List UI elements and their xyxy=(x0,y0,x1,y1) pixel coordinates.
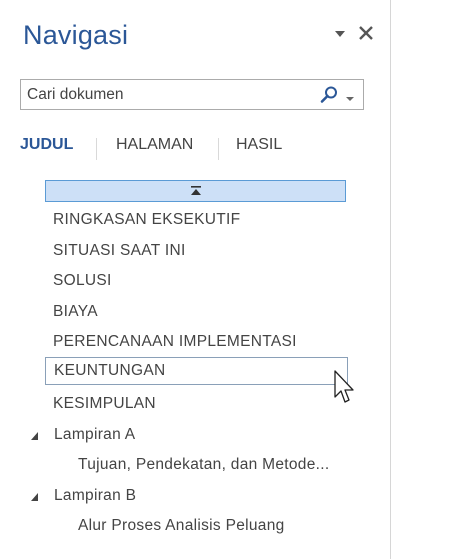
chevron-down-icon xyxy=(346,97,354,101)
heading-alur-proses-analisis-peluang[interactable]: Alur Proses Analisis Peluang xyxy=(78,517,285,535)
heading-tujuan-pendekatan-metode[interactable]: Tujuan, Pendekatan, dan Metode... xyxy=(78,456,329,474)
heading-lampiran-b[interactable]: Lampiran B xyxy=(54,487,136,505)
search-options-dropdown[interactable] xyxy=(345,90,355,101)
pane-options-dropdown[interactable] xyxy=(333,28,347,40)
collapse-all-button[interactable] xyxy=(45,180,346,202)
tab-halaman[interactable]: HALAMAN xyxy=(116,136,193,154)
pane-title: Navigasi xyxy=(23,20,129,50)
expand-toggle-lampiran-a[interactable] xyxy=(30,428,40,440)
search-button[interactable] xyxy=(318,85,340,105)
magnifier-icon xyxy=(320,86,337,103)
heading-kesimpulan[interactable]: KESIMPULAN xyxy=(53,395,156,413)
triangle-down-icon xyxy=(335,31,345,37)
heading-ringkasan-eksekutif[interactable]: RINGKASAN EKSEKUTIF xyxy=(53,211,240,229)
mouse-pointer-icon xyxy=(334,370,354,403)
close-icon xyxy=(359,26,373,40)
heading-lampiran-a[interactable]: Lampiran A xyxy=(54,426,135,444)
expand-toggle-lampiran-b[interactable] xyxy=(30,489,40,501)
triangle-expanded-icon xyxy=(31,432,38,440)
heading-label: KEUNTUNGAN xyxy=(54,362,166,379)
heading-solusi[interactable]: SOLUSI xyxy=(53,272,112,290)
close-button[interactable] xyxy=(357,24,375,42)
tab-divider xyxy=(218,138,219,160)
triangle-expanded-icon xyxy=(31,493,38,501)
heading-situasi-saat-ini[interactable]: SITUASI SAAT INI xyxy=(53,242,186,260)
tab-judul[interactable]: JUDUL xyxy=(20,136,73,154)
heading-perencanaan-implementasi[interactable]: PERENCANAAN IMPLEMENTASI xyxy=(53,333,297,351)
collapse-all-icon xyxy=(191,186,201,195)
tab-hasil[interactable]: HASIL xyxy=(236,136,282,154)
heading-keuntungan[interactable]: KEUNTUNGAN xyxy=(45,357,348,385)
navigation-pane: Navigasi JUDUL HALAMAN HASIL xyxy=(0,0,391,559)
heading-biaya[interactable]: BIAYA xyxy=(53,303,98,321)
search-box xyxy=(20,79,364,110)
search-input[interactable] xyxy=(21,80,317,109)
tab-divider xyxy=(96,138,97,160)
